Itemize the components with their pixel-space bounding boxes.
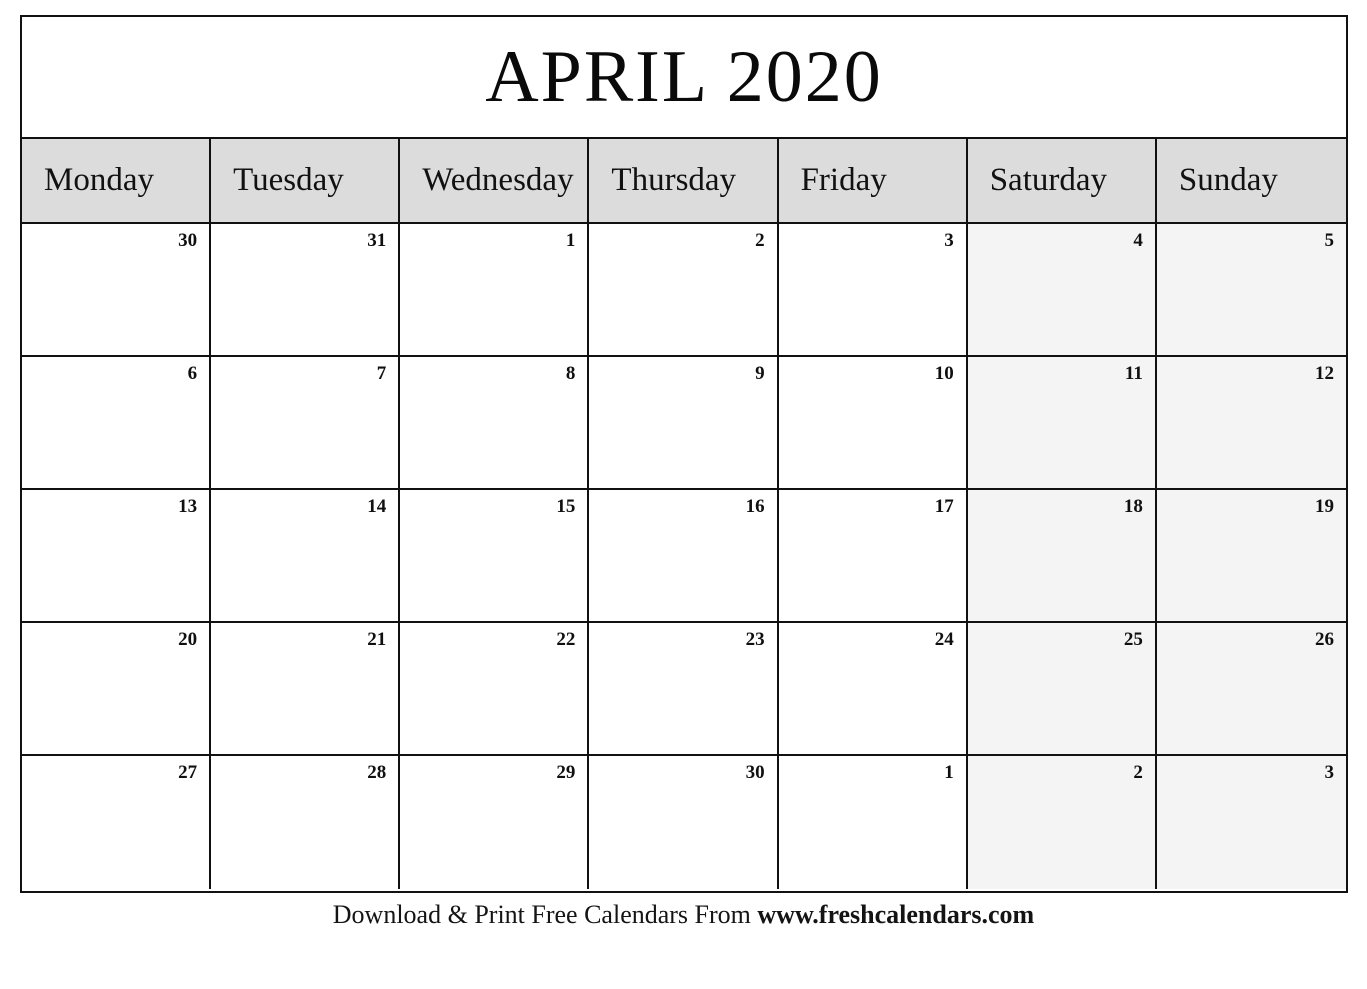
weekday-header-label: Tuesday: [233, 162, 344, 198]
day-cell[interactable]: 30: [22, 224, 212, 357]
day-number: 3: [944, 230, 954, 251]
day-number: 13: [178, 496, 198, 517]
day-cell[interactable]: 30: [589, 756, 779, 889]
weekday-header-monday: Monday: [22, 139, 212, 224]
day-cell[interactable]: 1: [778, 756, 968, 889]
day-cell[interactable]: 14: [211, 490, 401, 623]
day-number: 22: [556, 629, 576, 650]
day-cell[interactable]: 11: [967, 357, 1157, 490]
day-cell[interactable]: 15: [400, 490, 590, 623]
day-cell[interactable]: 25: [967, 623, 1157, 756]
day-number: 30: [745, 762, 765, 783]
day-cell[interactable]: 5: [1156, 224, 1346, 357]
weekday-header-label: Sunday: [1178, 162, 1278, 198]
weekday-header-sunday: Sunday: [1156, 139, 1346, 224]
day-number: 1: [944, 762, 954, 783]
day-number: 4: [1133, 230, 1143, 251]
calendar-page: APRIL 2020 Monday Tuesday Wednesday Thur…: [0, 0, 1367, 989]
day-cell[interactable]: 19: [1156, 490, 1346, 623]
day-number: 31: [367, 230, 387, 251]
day-number: 17: [934, 496, 954, 517]
weekday-header-tuesday: Tuesday: [211, 139, 401, 224]
day-number: 12: [1314, 363, 1334, 384]
weekday-header-friday: Friday: [778, 139, 968, 224]
day-cell[interactable]: 27: [22, 756, 212, 889]
day-cell[interactable]: 21: [211, 623, 401, 756]
footer-text: Download & Print Free Calendars From: [332, 900, 758, 929]
day-number: 6: [187, 363, 198, 384]
day-number: 3: [1324, 762, 1334, 783]
day-cell[interactable]: 13: [22, 490, 212, 623]
day-number: 16: [745, 496, 765, 517]
day-number: 26: [1314, 629, 1334, 650]
day-number: 1: [565, 230, 576, 251]
day-cell[interactable]: 31: [211, 224, 401, 357]
day-cell[interactable]: 24: [778, 623, 968, 756]
day-cell[interactable]: 18: [967, 490, 1157, 623]
day-cell[interactable]: 12: [1156, 357, 1346, 490]
day-cell[interactable]: 26: [1156, 623, 1346, 756]
day-number: 19: [1314, 496, 1334, 517]
calendar-title-band: APRIL 2020: [22, 17, 1346, 139]
day-number: 25: [1123, 629, 1143, 650]
day-number: 20: [178, 629, 198, 650]
day-number: 10: [934, 363, 954, 384]
day-cell[interactable]: 3: [1156, 756, 1346, 889]
day-cell[interactable]: 6: [22, 357, 212, 490]
day-cell[interactable]: 28: [211, 756, 401, 889]
weekday-header-label: Thursday: [611, 162, 737, 198]
day-cell[interactable]: 20: [22, 623, 212, 756]
weekday-header-label: Monday: [44, 162, 154, 198]
day-number: 7: [376, 363, 387, 384]
day-number: 24: [934, 629, 954, 650]
day-cell[interactable]: 2: [967, 756, 1157, 889]
day-cell[interactable]: 10: [778, 357, 968, 490]
footer-credit: Download & Print Free Calendars From www…: [0, 900, 1367, 930]
day-number: 8: [565, 363, 576, 384]
calendar-container: APRIL 2020 Monday Tuesday Wednesday Thur…: [20, 15, 1348, 893]
day-number: 11: [1124, 363, 1143, 384]
day-cell[interactable]: 29: [400, 756, 590, 889]
day-number: 28: [367, 762, 387, 783]
day-cell[interactable]: 23: [589, 623, 779, 756]
day-cell[interactable]: 1: [400, 224, 590, 357]
weekday-header-saturday: Saturday: [967, 139, 1157, 224]
day-number: 18: [1123, 496, 1143, 517]
day-cell[interactable]: 4: [967, 224, 1157, 357]
day-cell[interactable]: 22: [400, 623, 590, 756]
day-number: 30: [178, 230, 198, 251]
day-number: 27: [178, 762, 198, 783]
day-cell[interactable]: 8: [400, 357, 590, 490]
day-number: 5: [1324, 230, 1334, 251]
day-number: 21: [367, 629, 387, 650]
day-cell[interactable]: 2: [589, 224, 779, 357]
day-number: 2: [1133, 762, 1143, 783]
footer-website-link[interactable]: www.freshcalendars.com: [757, 900, 1034, 929]
day-number: 14: [367, 496, 387, 517]
weekday-header-thursday: Thursday: [589, 139, 779, 224]
day-cell[interactable]: 3: [778, 224, 968, 357]
day-number: 2: [755, 230, 765, 251]
day-cell[interactable]: 17: [778, 490, 968, 623]
day-number: 9: [755, 363, 765, 384]
weekday-header-label: Friday: [800, 162, 887, 198]
weekday-header-label: Saturday: [989, 162, 1108, 198]
day-cell[interactable]: 7: [211, 357, 401, 490]
calendar-grid: Monday Tuesday Wednesday Thursday Friday…: [22, 139, 1346, 889]
day-cell[interactable]: 9: [589, 357, 779, 490]
page-title: APRIL 2020: [485, 36, 883, 118]
day-number: 23: [745, 629, 765, 650]
day-number: 15: [556, 496, 576, 517]
weekday-header-label: Wednesday: [422, 162, 574, 198]
weekday-header-wednesday: Wednesday: [400, 139, 590, 224]
day-cell[interactable]: 16: [589, 490, 779, 623]
day-number: 29: [556, 762, 576, 783]
